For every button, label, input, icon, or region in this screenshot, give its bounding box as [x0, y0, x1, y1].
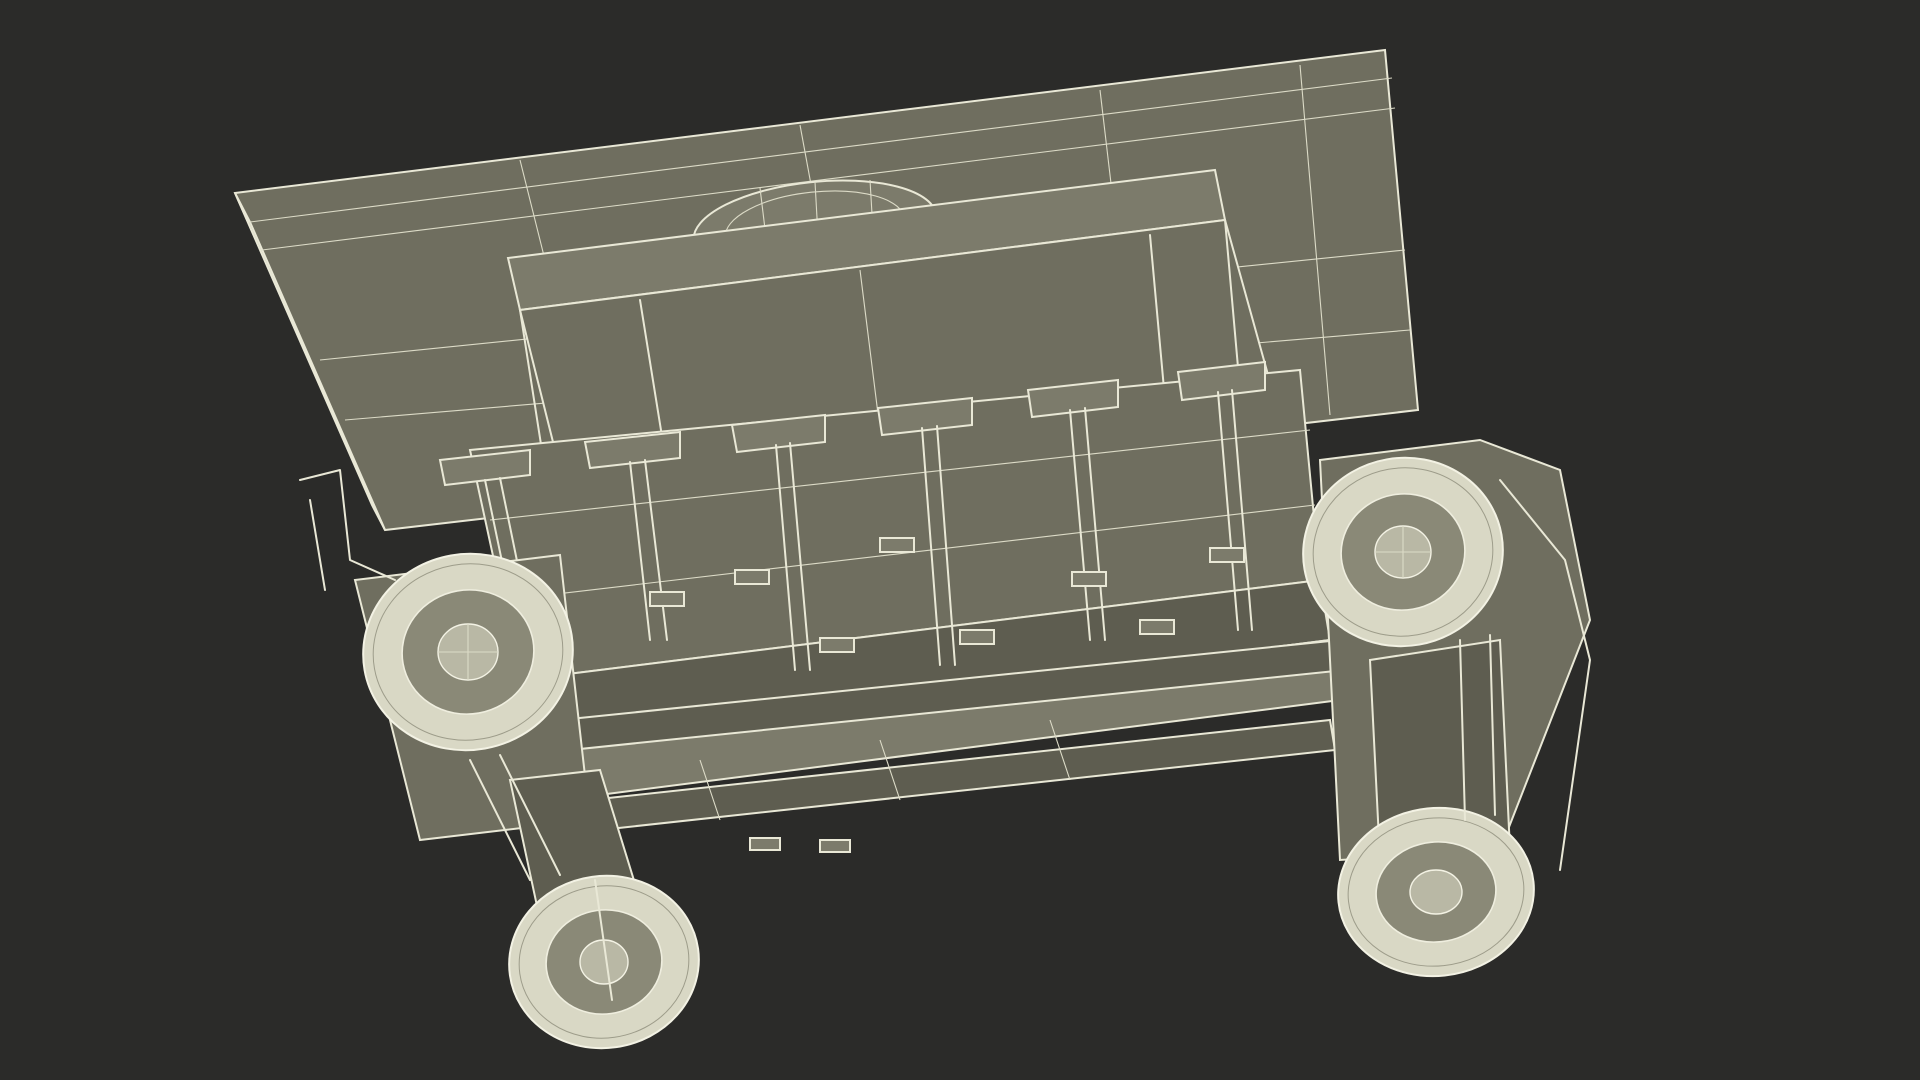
- wheel-rear-left: [508, 874, 700, 1050]
- wireframe-vehicle-render: [233, 48, 1592, 1050]
- model-viewport: [0, 0, 1920, 1080]
